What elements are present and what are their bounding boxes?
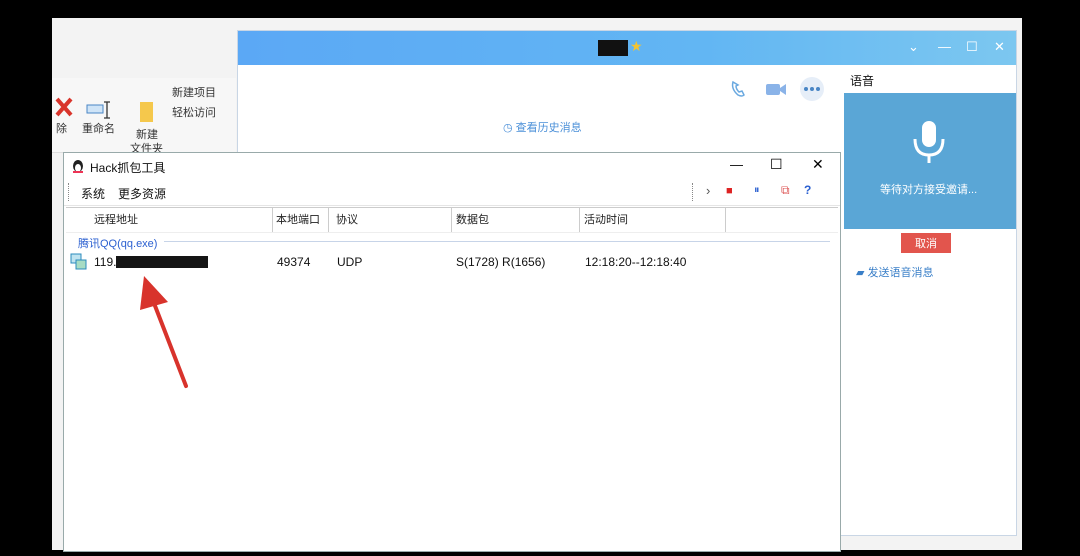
play-icon[interactable]: › <box>706 183 710 198</box>
qq-title-bar: ★ ⌄ — ☐ ✕ <box>238 31 1016 65</box>
capture-window-icon[interactable]: ⧉ <box>781 183 790 198</box>
voice-tab-label: 语音 <box>850 74 875 88</box>
col-separator <box>328 208 329 232</box>
chat-bubble-icon: ▰ <box>856 267 865 279</box>
penguin-icon <box>73 160 83 173</box>
pause-icon[interactable]: ⏸ <box>754 184 760 197</box>
menu-system[interactable]: 系统 <box>81 185 105 202</box>
menu-more-resources[interactable]: 更多资源 <box>118 185 166 202</box>
close-icon[interactable]: ✕ <box>994 39 1005 55</box>
minimize-icon[interactable]: — <box>938 39 951 54</box>
clock-icon: ◷ <box>503 122 513 134</box>
help-icon[interactable]: ? <box>804 183 811 197</box>
cell-activity-time: 12:18:20--12:18:40 <box>585 255 687 269</box>
group-divider <box>164 241 830 242</box>
minimize-icon[interactable]: — <box>730 157 743 172</box>
hack-title: Hack抓包工具 <box>90 161 166 175</box>
phone-icon[interactable] <box>728 79 750 99</box>
hack-title-bar: Hack抓包工具 — ☐ ✕ <box>64 153 840 179</box>
col-activity-time[interactable]: 活动时间 <box>584 208 628 232</box>
stop-icon[interactable]: ■ <box>726 185 733 197</box>
maximize-icon[interactable]: ☐ <box>770 156 783 173</box>
send-voice-message-label: 发送语音消息 <box>867 267 934 279</box>
annotation-arrow-icon <box>140 276 188 388</box>
cell-protocol: UDP <box>337 255 363 269</box>
col-separator <box>725 208 726 232</box>
rename-label: 重命名 <box>82 123 115 135</box>
rename-icon[interactable] <box>86 100 112 120</box>
cell-remote-address: 119. <box>94 255 117 269</box>
col-separator <box>272 208 273 232</box>
view-history-label: 查看历史消息 <box>515 122 582 134</box>
redacted-ip <box>116 256 208 268</box>
video-icon[interactable] <box>764 81 788 97</box>
waiting-text: 等待对方接受邀请... <box>880 184 978 196</box>
delete-label: 除 <box>56 123 67 135</box>
col-remote-address[interactable]: 远程地址 <box>94 208 138 232</box>
delete-icon[interactable] <box>54 96 74 118</box>
view-history-link[interactable]: ◷ 查看历史消息 <box>503 119 582 135</box>
cell-packets: S(1728) R(1656) <box>456 255 546 269</box>
cell-local-port: 49374 <box>277 255 311 269</box>
microphone-icon <box>913 121 945 163</box>
more-icon[interactable] <box>798 76 826 102</box>
collapse-icon[interactable]: ⌄ <box>908 39 919 55</box>
toolbar-grip <box>692 183 695 201</box>
easy-access-label[interactable]: 轻松访问 <box>172 104 216 120</box>
col-local-port[interactable]: 本地端口 <box>276 208 320 232</box>
col-separator <box>451 208 452 232</box>
new-folder-icon[interactable] <box>138 100 156 124</box>
col-protocol[interactable]: 协议 <box>336 208 358 232</box>
header-divider <box>66 232 838 233</box>
voice-call-panel: 等待对方接受邀请... <box>844 93 1016 229</box>
close-icon[interactable]: ✕ <box>812 156 824 173</box>
menu-grip <box>68 183 71 201</box>
cancel-button[interactable]: 取消 <box>901 233 951 253</box>
explorer-ribbon: 除 重命名 新建 文件夹 新建项目 轻松访问 <box>52 78 236 155</box>
maximize-icon[interactable]: ☐ <box>966 39 978 55</box>
voice-tab[interactable]: 语音 <box>844 67 1016 93</box>
group-label: 腾讯QQ(qq.exe) <box>78 238 158 250</box>
col-separator <box>579 208 580 232</box>
network-connection-icon <box>70 253 87 270</box>
new-item-label[interactable]: 新建项目 <box>172 84 216 100</box>
send-voice-message-link[interactable]: ▰ 发送语音消息 <box>856 264 934 280</box>
hack-menu-bar: 系统 更多资源 › ■ ⏸ ⧉ ? <box>64 179 840 206</box>
col-packets[interactable]: 数据包 <box>456 208 489 232</box>
star-icon: ★ <box>630 38 643 54</box>
redacted-contact-name <box>598 40 628 56</box>
